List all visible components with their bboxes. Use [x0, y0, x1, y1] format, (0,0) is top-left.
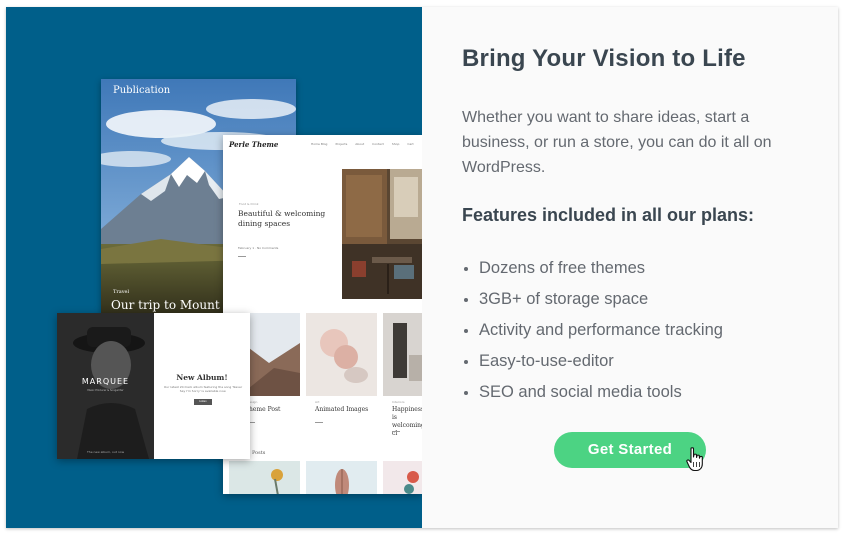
- perle-featured-heading: Beautiful & welcoming dining spaces: [238, 209, 326, 228]
- hand-pointer-icon: [686, 447, 703, 472]
- marquee-tagline: Music Producer & Songwriter: [87, 389, 124, 392]
- marquee-footer-text: The new album, out now: [86, 450, 125, 454]
- perle-divider: [238, 256, 246, 257]
- perle-nav-item: Contact: [372, 142, 384, 146]
- marquee-listen-button: Listen: [194, 399, 212, 405]
- perle-illustration-thumb: [383, 461, 422, 494]
- perle-post-section: Interiors: [392, 400, 405, 404]
- publication-site-title: Publication: [113, 85, 171, 96]
- perle-post-title: Theme Post: [245, 406, 281, 413]
- perle-post-section: Art: [315, 400, 320, 404]
- perle-illustration-thumb: [306, 461, 377, 494]
- get-started-button[interactable]: Get Started: [554, 432, 706, 468]
- feature-label: 3GB+ of storage space: [479, 290, 649, 308]
- perle-nav-item: Projects: [335, 142, 348, 146]
- musician-photo: [57, 313, 154, 459]
- plans-card: Publication Travel Our trip to Mount Per…: [6, 7, 838, 528]
- feature-item: Activity and performance tracking: [462, 315, 723, 346]
- perle-logo: Perle Theme: [229, 140, 279, 149]
- marquee-album-description: Our latest 20-track album featuring the …: [163, 385, 243, 393]
- perle-nav-item: Shop: [391, 142, 400, 146]
- marquee-album-title: New Album!: [176, 373, 228, 382]
- bullet-icon: [464, 360, 468, 364]
- headline: Bring Your Vision to Life: [462, 45, 746, 72]
- feature-label: Easy-to-use-editor: [479, 352, 614, 370]
- perle-illustration-thumb: [229, 461, 300, 494]
- bullet-icon: [464, 391, 468, 395]
- perle-post-divider: [315, 422, 323, 423]
- perle-nav: Home Blog Projects About Contact Shop Ca…: [311, 142, 414, 146]
- bullet-icon: [464, 329, 468, 333]
- dining-room-image: [342, 169, 422, 299]
- perle-post-title: Happiness is welcoming cl: [392, 406, 422, 437]
- feature-item: 3GB+ of storage space: [462, 284, 723, 315]
- feature-item: Easy-to-use-editor: [462, 346, 723, 377]
- bullet-icon: [464, 267, 468, 271]
- feature-label: Activity and performance tracking: [479, 321, 723, 339]
- publication-caption: Our trip to Mount: [111, 298, 220, 312]
- perle-post-thumb: [383, 313, 422, 396]
- perle-theme-preview: Perle Theme Home Blog Projects About Con…: [223, 135, 422, 494]
- features-list: Dozens of free themes 3GB+ of storage sp…: [462, 253, 723, 408]
- feature-label: Dozens of free themes: [479, 259, 645, 277]
- perle-post-title: Animated Images: [315, 406, 369, 413]
- perle-posts-label: Posts: [252, 450, 266, 456]
- feature-label: SEO and social media tools: [479, 383, 682, 401]
- perle-nav-item: Cart: [407, 142, 414, 146]
- perle-post-divider: [392, 431, 400, 432]
- perle-meta: February 1 · No Comments: [238, 246, 279, 250]
- theme-showcase-panel: Publication Travel Our trip to Mount Per…: [6, 7, 422, 528]
- features-heading: Features included in all our plans:: [462, 205, 755, 225]
- perle-nav-item: About: [355, 142, 365, 146]
- marquee-wordmark: MARQUEE: [81, 377, 130, 386]
- feature-item: SEO and social media tools: [462, 377, 723, 408]
- marquee-theme-preview: MARQUEE Music Producer & Songwriter The …: [57, 313, 250, 459]
- publication-tag: Travel: [113, 289, 130, 295]
- feature-item: Dozens of free themes: [462, 253, 723, 284]
- perle-nav-item: Home Blog: [311, 142, 328, 146]
- description: Whether you want to share ideas, start a…: [462, 109, 772, 176]
- bullet-icon: [464, 298, 468, 302]
- perle-section-label: Food & Drink: [239, 202, 259, 206]
- perle-post-thumb: [306, 313, 377, 396]
